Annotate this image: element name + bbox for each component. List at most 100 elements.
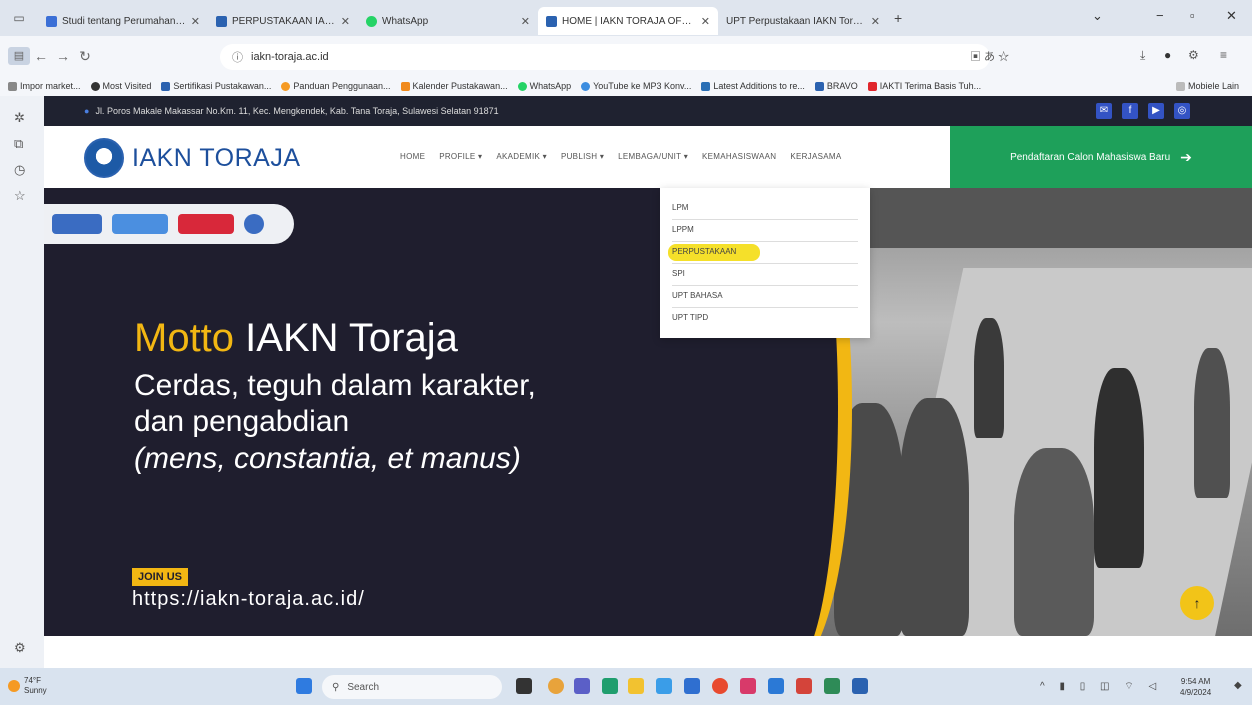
main-menu: HOME PROFILE ▾ AKADEMIK ▾ PUBLISH ▾ LEMB…	[400, 152, 842, 161]
weather-widget[interactable]: 74°F Sunny	[24, 676, 47, 696]
bookmark[interactable]: IAKTI Terima Basis Tuh...	[867, 81, 981, 91]
motto-rest: IAKN Toraja	[234, 316, 458, 360]
taskbar-search[interactable]: ⚲ Search	[322, 675, 502, 699]
search-icon: ⚲	[332, 681, 340, 693]
explorer-icon[interactable]	[628, 678, 644, 694]
instagram-icon[interactable]: ◎	[1174, 103, 1190, 119]
tabs-icon[interactable]: ⧉	[14, 136, 23, 152]
sidebar-toggle-icon[interactable]: ▤	[8, 47, 30, 65]
whatsapp-icon	[366, 15, 377, 27]
tray-icons[interactable]: ^ ▮ ▯ ◫ ⌔ ◁	[1040, 680, 1162, 693]
dropdown-item-lppm[interactable]: LPPM	[672, 220, 858, 242]
menu-lembaga-unit[interactable]: LEMBAGA/UNIT ▾	[618, 152, 688, 161]
menu-icon[interactable]: ≡	[1220, 48, 1227, 62]
bookmark[interactable]: WhatsApp	[517, 81, 571, 91]
profile-icon[interactable]: ●	[1164, 48, 1171, 62]
screen: ▭ Studi tentang Perumahan Wo ✕ PERPUSTAK…	[0, 0, 1252, 705]
registration-button[interactable]: Pendaftaran Calon Mahasiswa Baru ➔	[950, 126, 1252, 188]
tab-2[interactable]: WhatsApp ✕	[358, 7, 538, 35]
weather-desc: Sunny	[24, 686, 47, 695]
start-icon[interactable]	[296, 678, 312, 694]
download-icon[interactable]: ⤓	[1140, 48, 1145, 63]
tab-4[interactable]: UPT Perpustakaan IAKN Toraja ✕	[718, 7, 888, 35]
hero-latin-motto: (mens, constantia, et manus)	[134, 442, 521, 475]
app-icon[interactable]	[768, 678, 784, 694]
bookmark[interactable]: BRAVO	[814, 81, 858, 91]
widgets-icon[interactable]	[548, 678, 564, 694]
facebook-icon[interactable]: f	[1122, 103, 1138, 119]
dropdown-item-spi[interactable]: SPI	[672, 264, 858, 286]
menu-home[interactable]: HOME	[400, 152, 425, 161]
menu-kemahasiswaan[interactable]: KEMAHASISWAAN	[702, 152, 776, 161]
teams-icon[interactable]	[574, 678, 590, 694]
bookmark[interactable]: Sertifikasi Pustakawan...	[161, 81, 271, 91]
dropdown-item-upt-tipd[interactable]: UPT TIPD	[672, 308, 858, 330]
menu-kerjasama[interactable]: KERJASAMA	[790, 152, 841, 161]
tab-actions-icon[interactable]: ▭	[8, 11, 30, 25]
building-wall	[804, 188, 1252, 248]
email-icon[interactable]: ✉	[1096, 103, 1112, 119]
close-icon[interactable]: ✕	[521, 15, 530, 28]
menu-akademik[interactable]: AKADEMIK ▾	[496, 152, 547, 161]
taskview-icon[interactable]	[516, 678, 532, 694]
dropdown-item-perpustakaan[interactable]: PERPUSTAKAAN	[668, 242, 858, 264]
close-icon[interactable]: ✕	[871, 15, 880, 28]
join-us-badge: JOIN US	[132, 568, 189, 586]
other-bookmarks[interactable]: Mobiele Lain	[1176, 81, 1239, 91]
minimize-icon[interactable]: −	[1156, 8, 1164, 23]
close-icon[interactable]: ✕	[191, 15, 200, 28]
hero-url[interactable]: https://iakn-toraja.ac.id/	[132, 588, 365, 611]
address-bar[interactable]: ⓘ iakn-toraja.ac.id	[220, 44, 990, 70]
history-icon[interactable]: ◷	[14, 162, 25, 178]
bookmark-icon[interactable]: ☆	[14, 188, 26, 204]
tab-1[interactable]: PERPUSTAKAAN IAKN TORAJA ✕	[208, 7, 358, 35]
bookmark[interactable]: Most Visited	[90, 81, 151, 91]
app-icon[interactable]	[852, 678, 868, 694]
person-figure	[1094, 368, 1144, 568]
reload-icon[interactable]: ↻	[74, 48, 96, 65]
weather-icon[interactable]	[8, 680, 20, 692]
maximize-icon[interactable]: ▫	[1190, 8, 1195, 23]
ai-icon[interactable]: ✲	[14, 110, 25, 126]
notification-icon[interactable]: ◆	[1234, 680, 1242, 691]
clock-time: 9:54 AM	[1180, 677, 1211, 686]
new-tab-icon[interactable]: +	[894, 10, 902, 26]
close-icon[interactable]: ✕	[341, 15, 350, 28]
edge-icon[interactable]	[602, 678, 618, 694]
settings-icon[interactable]: ⚙	[14, 640, 26, 656]
reader-icon[interactable]: ▣ あ ☆	[970, 48, 1009, 64]
bookmark[interactable]: Panduan Penggunaan...	[281, 81, 391, 91]
extensions-icon[interactable]: ⚙	[1188, 48, 1199, 62]
forward-icon[interactable]: →	[52, 48, 74, 64]
globe-icon	[581, 81, 591, 91]
tab-3-active[interactable]: HOME | IAKN TORAJA OFFICIAL ✕	[538, 7, 718, 35]
app-icon[interactable]	[656, 678, 672, 694]
dropdown-item-lpm[interactable]: LPM	[672, 198, 858, 220]
app-icon[interactable]	[796, 678, 812, 694]
bookmark[interactable]: Latest Additions to re...	[701, 81, 805, 91]
tab-0[interactable]: Studi tentang Perumahan Wo ✕	[38, 7, 208, 35]
whatsapp-icon	[517, 81, 527, 91]
close-window-icon[interactable]: ✕	[1226, 8, 1237, 24]
bookmark[interactable]: YouTube ke MP3 Konv...	[581, 81, 691, 91]
iakn-logo[interactable]	[84, 138, 124, 178]
youtube-icon[interactable]: ▶	[1148, 103, 1164, 119]
tab-title: HOME | IAKN TORAJA OFFICIAL	[562, 15, 696, 27]
app-icon[interactable]	[740, 678, 756, 694]
tab-list-icon[interactable]: ⌄	[1092, 8, 1103, 24]
brand-name[interactable]: IAKN TORAJA	[132, 144, 301, 173]
bookmark[interactable]: Kalender Pustakawan...	[400, 81, 508, 91]
scroll-top-button[interactable]: ↑	[1180, 586, 1214, 620]
menu-publish[interactable]: PUBLISH ▾	[561, 152, 604, 161]
clock[interactable]: 9:54 AM 4/9/2024	[1180, 676, 1211, 698]
menu-profile[interactable]: PROFILE ▾	[439, 152, 482, 161]
folder-icon	[1176, 81, 1185, 91]
app-icon[interactable]	[824, 678, 840, 694]
back-icon[interactable]: ←	[30, 48, 52, 64]
close-icon[interactable]: ✕	[701, 15, 710, 28]
app-icon[interactable]	[684, 678, 700, 694]
taskbar: 74°F Sunny ⚲ Search ^ ▮ ▯ ◫ ⌔ ◁ 9:54 AM …	[0, 668, 1252, 705]
chrome-icon[interactable]	[712, 678, 728, 694]
dropdown-item-upt-bahasa[interactable]: UPT BAHASA	[672, 286, 858, 308]
bookmark[interactable]: Impor market...	[8, 81, 81, 91]
